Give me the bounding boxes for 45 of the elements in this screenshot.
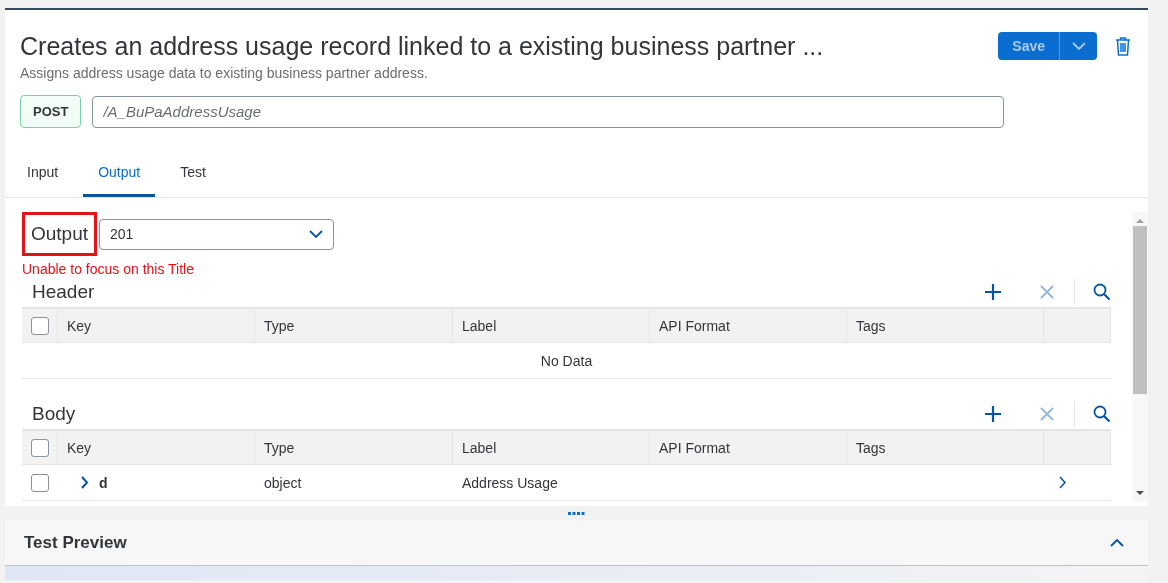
section-title: Body: [32, 403, 76, 425]
column-header: [1044, 307, 1111, 343]
row-checkbox[interactable]: [31, 473, 49, 492]
navigate-icon[interactable]: [1059, 476, 1067, 489]
caret-icon: [1071, 41, 1086, 51]
panel-title: Test Preview: [24, 532, 127, 553]
status-select[interactable]: 201: [99, 218, 335, 250]
chevron-icon: [1110, 538, 1124, 547]
table-cell: object: [255, 465, 453, 501]
column-header: API Format: [650, 429, 847, 465]
tab[interactable]: Output: [83, 158, 156, 197]
column-header: Label: [453, 429, 650, 465]
table-cell: d: [99, 474, 108, 491]
annotation-text: Unable to focus on this Title: [22, 261, 195, 277]
column-header: Type: [255, 429, 453, 465]
trash-icon[interactable]: [1115, 36, 1131, 56]
select-all-checkbox[interactable]: [31, 316, 49, 335]
output-title: Output: [22, 212, 98, 256]
method-badge: POST: [20, 95, 82, 128]
page-subtitle: Assigns address usage data to existing business partner address.: [20, 65, 429, 81]
column-header: API Format: [650, 307, 847, 343]
tab[interactable]: Test: [165, 158, 221, 197]
column-header: Tags: [847, 429, 1044, 465]
add-icon[interactable]: [984, 283, 1002, 301]
column-header: Tags: [847, 307, 1044, 343]
column-header: [1044, 429, 1111, 465]
add-icon[interactable]: [984, 405, 1002, 423]
search-icon[interactable]: [1093, 283, 1111, 301]
section-title: Header: [32, 281, 95, 303]
resize-grip-icon[interactable]: [568, 511, 585, 515]
column-header: Label: [453, 307, 650, 343]
column-header: Key: [58, 307, 255, 343]
column-header: Type: [255, 307, 453, 343]
path-field[interactable]: /A_BuPaAddressUsage: [92, 95, 1005, 128]
table-cell: Address Usage: [453, 465, 650, 501]
select-all-checkbox[interactable]: [31, 438, 49, 457]
page-title: Creates an address usage record linked to a existing business partner ...: [20, 32, 824, 61]
search-icon[interactable]: [1093, 405, 1111, 423]
column-header: Key: [58, 429, 255, 465]
empty-text: No Data: [22, 343, 1111, 379]
scroll-down-icon[interactable]: [1136, 490, 1144, 496]
scrollbar[interactable]: [1132, 212, 1148, 502]
expand-icon[interactable]: [80, 476, 89, 489]
caret-icon: [309, 229, 324, 239]
tab[interactable]: Input: [12, 158, 74, 197]
